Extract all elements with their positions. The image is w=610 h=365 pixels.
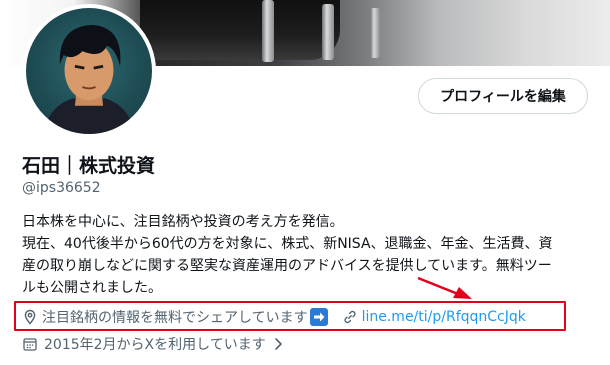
profile-bio: 日本株を中心に、注目銘柄や投資の考え方を発信。 現在、40代後半から60代の方を…	[22, 211, 597, 299]
bio-line: ルも公開されました。	[22, 280, 162, 296]
join-date-text: 2015年2月からXを利用しています	[44, 337, 266, 353]
banner-bollard	[370, 8, 380, 58]
calendar-icon	[22, 336, 38, 352]
join-date-row[interactable]: 2015年2月からXを利用しています	[22, 333, 284, 355]
banner-bollard	[322, 4, 334, 60]
edit-profile-button[interactable]: プロフィールを編集	[418, 78, 588, 114]
bio-line: 現在、40代後半から60代の方を対象に、株式、新NISA、退職金、年金、生活費、…	[22, 236, 553, 252]
banner-bollard	[262, 0, 274, 62]
bio-line: 産の取り崩しなどに関する堅実な資産運用のアドバイスを提供しています。無料ツー	[22, 258, 552, 274]
user-handle: @ips36652	[22, 180, 101, 196]
chevron-right-icon	[272, 337, 284, 351]
display-name: 石田｜株式投資	[22, 155, 156, 177]
link-icon	[342, 309, 358, 325]
banner-car	[140, 0, 340, 60]
avatar-illustration	[42, 24, 136, 134]
location-pin-icon	[22, 309, 38, 325]
location-text: 注目銘柄の情報を無料でシェアしています	[42, 310, 308, 326]
profile-meta-row: 注目銘柄の情報を無料でシェアしています line.me/ti/p/RfqqnCc…	[22, 306, 526, 328]
profile-link[interactable]: line.me/ti/p/RfqqnCcJqk	[362, 309, 526, 325]
bio-line: 日本株を中心に、注目銘柄や投資の考え方を発信。	[22, 214, 344, 230]
right-arrow-emoji-icon	[309, 308, 328, 326]
avatar[interactable]	[22, 4, 156, 138]
